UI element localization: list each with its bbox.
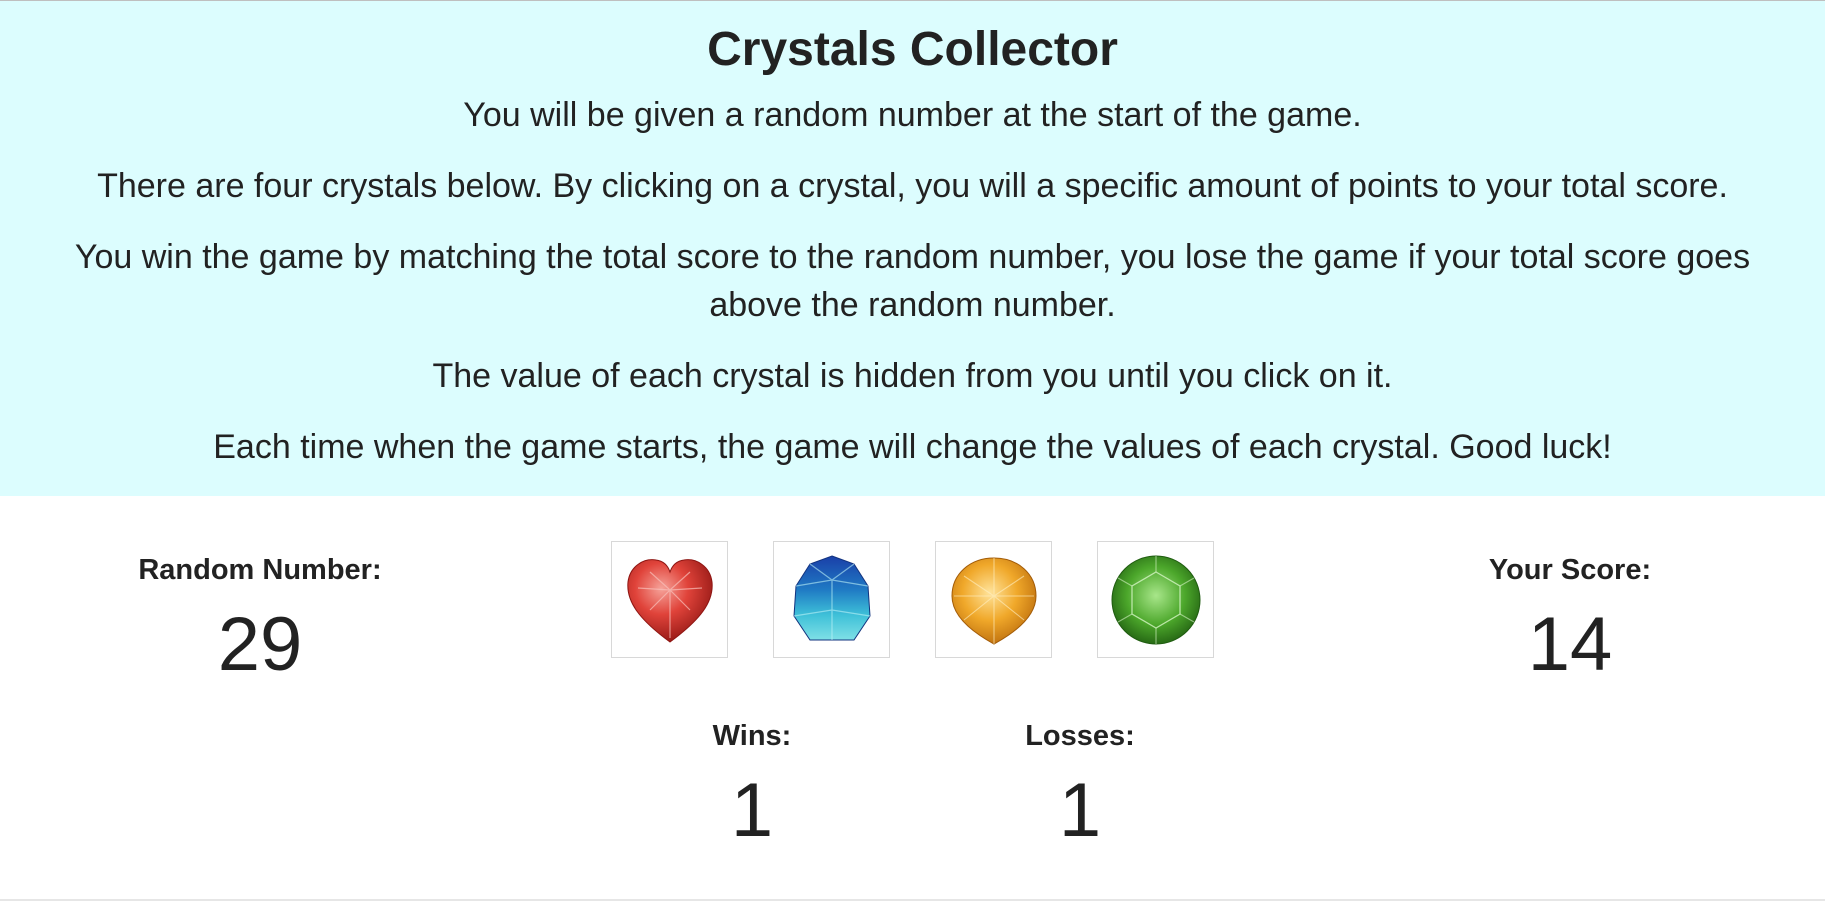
score-label: Your Score: — [1488, 554, 1652, 586]
random-number-label: Random Number: — [138, 554, 382, 586]
red-heart-crystal-icon — [626, 558, 713, 643]
crystal-row — [611, 541, 1214, 658]
instruction-1: You will be given a random number at the… — [463, 96, 1362, 134]
score-panel: Your Score: 14 — [1420, 552, 1720, 690]
crystal-red-button[interactable] — [611, 541, 728, 658]
yellow-crystal-icon — [950, 556, 1037, 645]
losses-panel: Losses: 1 — [980, 718, 1180, 856]
instruction-2: There are four crystals below. By clicki… — [97, 167, 1728, 205]
instruction-5: Each time when the game starts, the game… — [213, 428, 1612, 466]
wins-label: Wins: — [712, 720, 792, 752]
crystal-yellow-button[interactable] — [935, 541, 1052, 658]
random-number-panel: Random Number: 29 — [110, 552, 410, 690]
instructions-banner: Crystals Collector You will be given a r… — [0, 1, 1825, 496]
score-value: 14 — [1527, 602, 1613, 687]
instruction-3: You win the game by matching the total s… — [74, 238, 1751, 324]
page-title: Crystals Collector — [707, 23, 1118, 76]
instruction-4: The value of each crystal is hidden from… — [432, 357, 1393, 395]
random-number-value: 29 — [217, 602, 303, 687]
wins-panel: Wins: 1 — [652, 718, 852, 856]
wins-value: 1 — [730, 768, 774, 853]
losses-value: 1 — [1058, 768, 1102, 853]
green-crystal-icon — [1111, 555, 1200, 644]
losses-label: Losses: — [1025, 720, 1135, 752]
crystal-green-button[interactable] — [1097, 541, 1214, 658]
crystal-blue-button[interactable] — [773, 541, 890, 658]
game-area: Random Number: 29 Your Score: 14 Wins: 1… — [0, 496, 1825, 901]
blue-crystal-icon — [792, 554, 871, 640]
